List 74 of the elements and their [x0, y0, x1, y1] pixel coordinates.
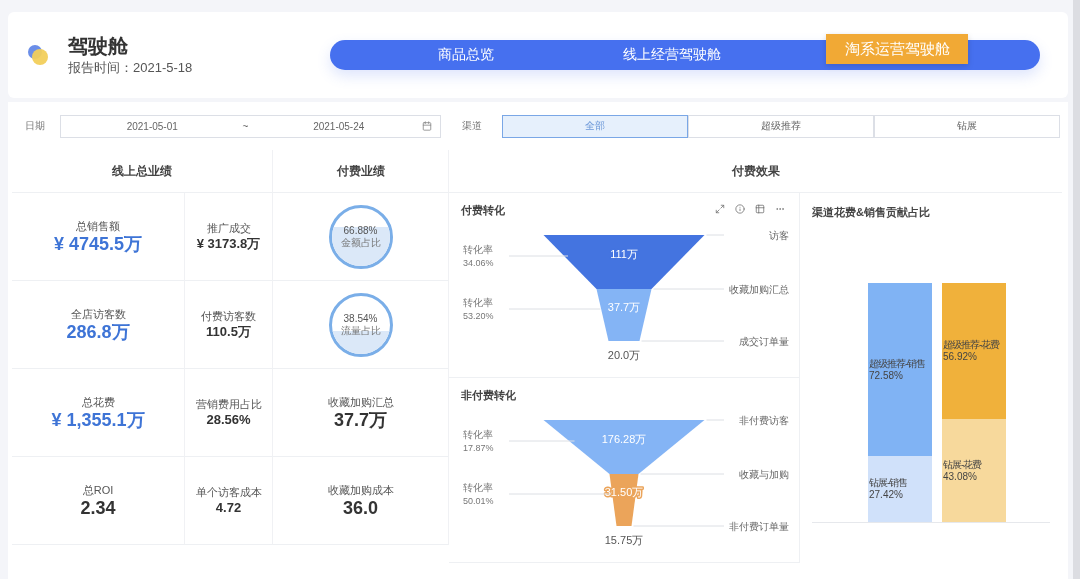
metric-label: 付费访客数 — [201, 309, 256, 323]
channel-option[interactable]: 全部 — [502, 114, 688, 138]
stage-value: 111万 — [610, 248, 638, 260]
table-icon[interactable] — [755, 204, 767, 216]
rate-value: 34.06% — [463, 258, 494, 268]
channel-label: 渠道 — [462, 119, 482, 133]
metric-label: 总销售额 — [76, 218, 120, 233]
metric-label: 营销费用占比 — [195, 397, 262, 411]
segment-value: 72.58% — [868, 369, 904, 382]
stage-value: 176.28万 — [601, 433, 647, 445]
stage-name: 成交订单量 — [739, 336, 789, 347]
section-header: 付费效果 — [449, 150, 1062, 193]
rate-label: 转化率 — [463, 244, 493, 255]
stage-value: 15.75万 — [604, 534, 644, 546]
expand-icon[interactable] — [715, 204, 727, 216]
chart-title: 付费转化 — [461, 202, 505, 218]
calendar-icon — [422, 121, 432, 131]
metric-value: 28.56% — [206, 411, 251, 428]
segment-name: 钻展-花费 — [942, 458, 983, 471]
segment-value: 27.42% — [868, 489, 904, 502]
metric-value: 36.0 — [342, 496, 378, 519]
metric-value: 286.8万 — [66, 320, 130, 343]
segment-name: 超级推荐-销售 — [868, 357, 927, 370]
section-header: 线上总业绩 — [12, 150, 273, 193]
nav-tab[interactable]: 商品总览 — [391, 40, 541, 70]
scrollbar[interactable] — [1073, 0, 1080, 579]
rate-value: 50.01% — [463, 496, 494, 506]
section-header: 付费业绩 — [273, 150, 449, 193]
segment-name: 钻展-销售 — [868, 477, 909, 490]
rate-value: 53.20% — [463, 311, 494, 321]
date-range-field[interactable]: 2021-05-01 ~ 2021-05-24 — [60, 114, 441, 138]
stage-name: 访客 — [769, 230, 789, 241]
gauge-value: 38.54% — [343, 312, 378, 325]
rate-label: 转化率 — [463, 429, 493, 440]
gauge-caption: 金额占比 — [340, 237, 381, 249]
nav-tab[interactable]: 线上经营驾驶舱 — [598, 40, 746, 70]
info-icon[interactable] — [735, 204, 747, 216]
channel-option[interactable]: 超级推荐 — [688, 114, 874, 138]
segment-value: 43.08% — [942, 470, 978, 483]
channel-option[interactable]: 钻展 — [874, 114, 1060, 138]
segment-value: 56.92% — [942, 351, 978, 363]
stage-value: 20.0万 — [607, 349, 641, 361]
stage-value: 37.7万 — [607, 301, 641, 313]
metric-label: 总花费 — [81, 394, 115, 409]
liquid-fill — [331, 226, 390, 266]
stage-name: 非付费订单量 — [729, 521, 789, 532]
gauge-value: 66.88% — [343, 224, 378, 237]
chart-title: 非付费转化 — [461, 387, 516, 403]
rate-label: 转化率 — [463, 297, 493, 308]
chart-title: 渠道花费&销售贡献占比 — [812, 205, 931, 220]
rate-value: 17.87% — [463, 443, 494, 453]
metric-value: 2.34 — [80, 496, 116, 519]
metric-value: ¥ 1,355.1万 — [51, 408, 145, 431]
stage-name: 非付费访客 — [739, 415, 789, 426]
stage-name: 收藏加购汇总 — [729, 284, 789, 295]
metric-label: 收藏加购成本 — [327, 482, 394, 497]
metric-value: 110.5万 — [206, 323, 251, 340]
metric-value: 4.72 — [215, 499, 242, 516]
metric-label: 总ROI — [82, 482, 114, 497]
metric-value: ¥ 3173.8万 — [196, 235, 261, 252]
logo-icon — [26, 43, 50, 67]
page-title: 驾驶舱 — [68, 34, 129, 59]
metric-value: 37.7万 — [333, 408, 387, 431]
rate-label: 转化率 — [463, 482, 493, 493]
segment-name: 超级推荐-花费 — [942, 339, 1001, 351]
metric-label: 收藏加购汇总 — [327, 394, 394, 409]
metric-label: 推广成交 — [206, 221, 251, 235]
stage-name: 收藏与加购 — [739, 469, 789, 480]
gauge-caption: 流量占比 — [340, 325, 381, 337]
report-time: 报告时间：2021-5-18 — [68, 59, 194, 77]
metric-label: 单个访客成本 — [195, 485, 262, 499]
date-label: 日期 — [25, 119, 45, 133]
metric-value: ¥ 4745.5万 — [53, 232, 143, 255]
metric-label: 全店访客数 — [70, 306, 126, 321]
